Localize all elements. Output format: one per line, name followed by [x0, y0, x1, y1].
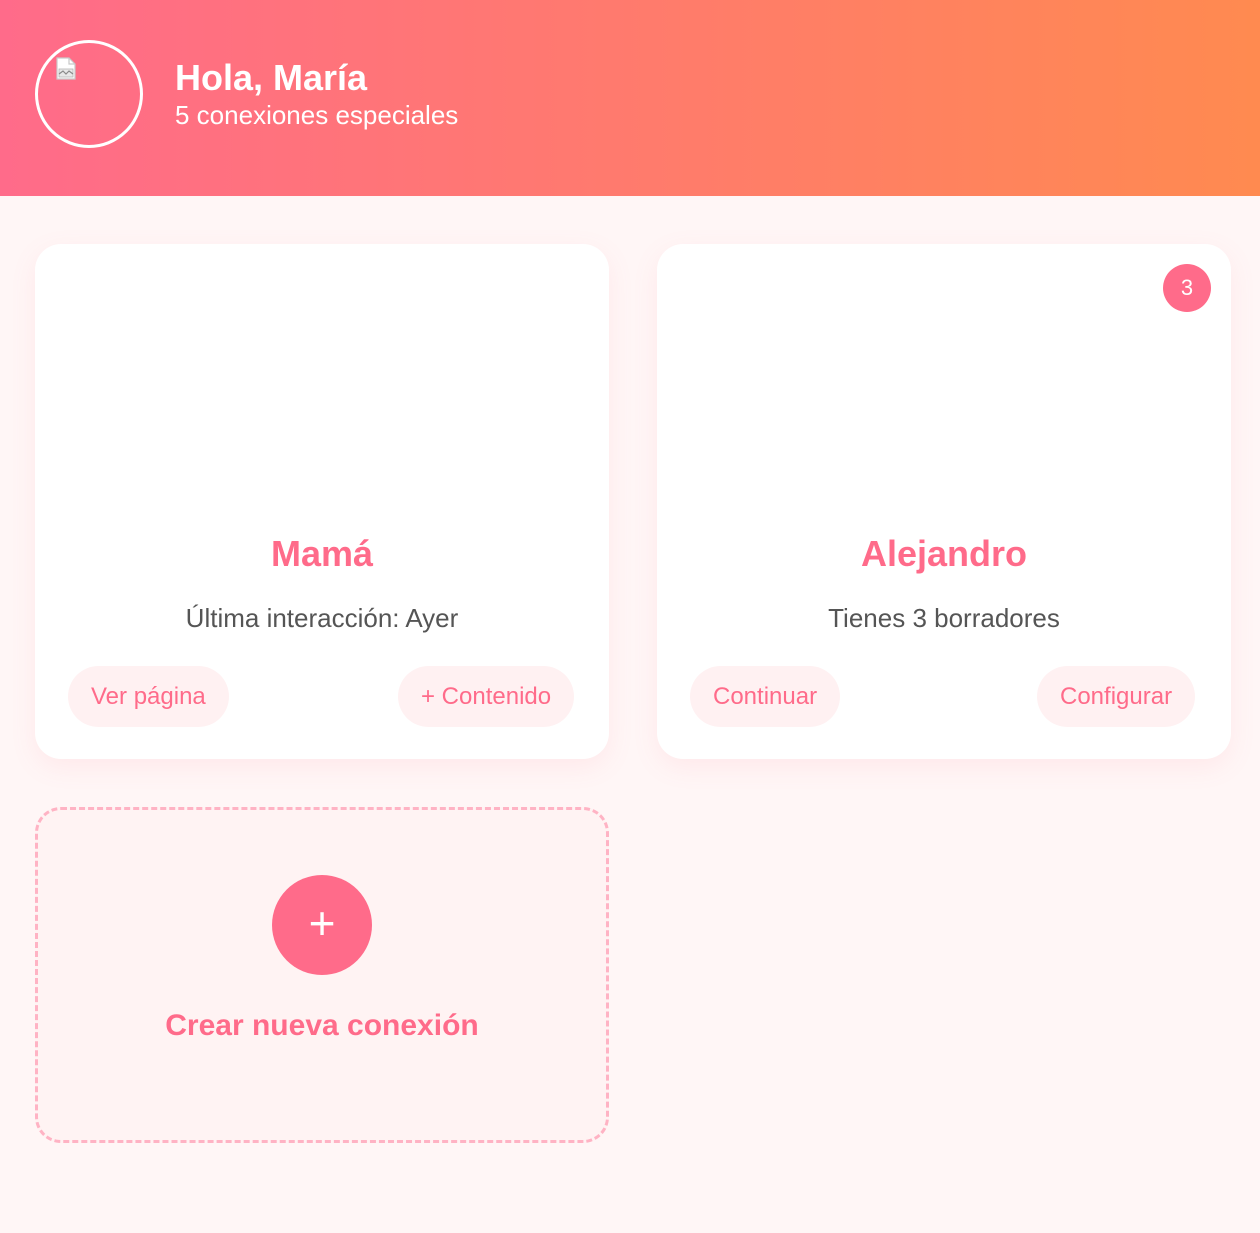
- connection-status: Tienes 3 borradores: [828, 603, 1060, 633]
- greeting-title: Hola, María: [175, 57, 368, 98]
- drafts-badge: 3: [1163, 264, 1211, 312]
- create-connection-label: Crear nueva conexión: [165, 1009, 479, 1042]
- header-banner: Hola, María 5 conexiones especiales: [0, 0, 1260, 196]
- connection-card-mama[interactable]: Mamá Última interacción: Ayer Ver página…: [35, 244, 609, 759]
- connections-count: 5 conexiones especiales: [175, 100, 459, 130]
- plus-icon[interactable]: +: [272, 875, 372, 975]
- add-content-button[interactable]: + Contenido: [398, 666, 575, 727]
- configure-button[interactable]: Configurar: [1037, 666, 1196, 727]
- connection-card-alejandro[interactable]: 3 Alejandro Tienes 3 borradores Continua…: [657, 244, 1231, 759]
- broken-image-icon: [56, 57, 76, 80]
- connection-name: Alejandro: [860, 533, 1028, 574]
- user-avatar[interactable]: [35, 40, 143, 148]
- create-connection-card[interactable]: + Crear nueva conexión: [35, 807, 609, 1143]
- connection-status: Última interacción: Ayer: [185, 603, 459, 633]
- continue-button[interactable]: Continuar: [690, 666, 841, 727]
- view-page-button[interactable]: Ver página: [68, 666, 229, 727]
- connection-name: Mamá: [270, 533, 374, 574]
